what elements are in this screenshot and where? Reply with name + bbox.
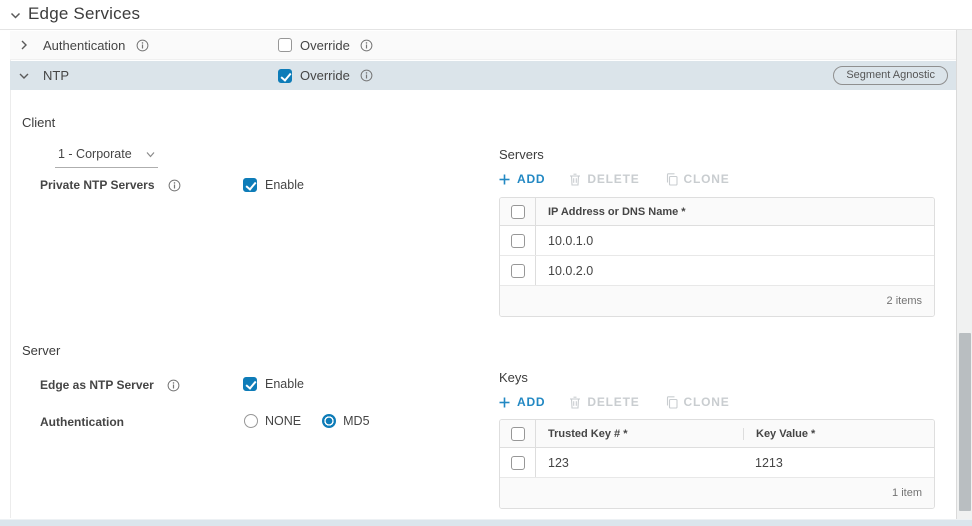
add-button-label: ADD [517, 395, 545, 409]
bottom-bar [0, 519, 972, 526]
edge-services-page: Edge Services Authentication Override NT… [0, 0, 972, 526]
section-header: Edge Services [0, 0, 972, 30]
chevron-down-icon [145, 147, 156, 160]
key-value-cell[interactable]: 1213 [743, 448, 934, 477]
row-check-cell [500, 448, 536, 477]
edge-ntp-enable-group: Enable [243, 377, 304, 391]
select-all-cell [500, 420, 536, 447]
servers-table-footer: 2 items [500, 286, 934, 316]
info-icon[interactable] [167, 379, 180, 392]
table-row: 10.0.1.0 [500, 226, 934, 256]
delete-button[interactable]: DELETE [569, 395, 639, 409]
add-button-label: ADD [517, 172, 545, 186]
row-check-cell [500, 256, 536, 285]
select-all-checkbox[interactable] [511, 427, 525, 441]
edge-as-ntp-server-label: Edge as NTP Server [40, 378, 154, 392]
clone-button[interactable]: CLONE [666, 395, 730, 409]
clone-button[interactable]: CLONE [666, 172, 730, 186]
row-checkbox[interactable] [511, 234, 525, 248]
plus-icon [498, 396, 511, 409]
page-title: Edge Services [28, 4, 140, 24]
select-all-checkbox[interactable] [511, 205, 525, 219]
radio-md5[interactable] [322, 414, 336, 428]
delete-button-label: DELETE [587, 395, 639, 409]
servers-table: IP Address or DNS Name * 10.0.1.0 10.0.2… [499, 197, 935, 317]
plus-icon [498, 173, 511, 186]
ip-cell[interactable]: 10.0.2.0 [536, 256, 934, 285]
radio-none[interactable] [244, 414, 258, 428]
row-checkbox[interactable] [511, 264, 525, 278]
table-row: 123 1213 [500, 448, 934, 478]
select-all-cell [500, 198, 536, 225]
private-ntp-servers-row: Private NTP Servers [40, 178, 181, 192]
keys-title: Keys [499, 370, 528, 385]
trusted-key-cell[interactable]: 123 [536, 448, 743, 477]
info-icon[interactable] [136, 39, 149, 52]
clone-button-label: CLONE [684, 395, 730, 409]
radio-md5-label: MD5 [343, 414, 369, 428]
override-group-ntp: Override [278, 68, 373, 83]
table-row: 10.0.2.0 [500, 256, 934, 286]
info-icon[interactable] [360, 39, 373, 52]
authentication-accordion-label: Authentication [43, 38, 125, 53]
private-ntp-enable-group: Enable [243, 178, 304, 192]
enable-checkbox[interactable] [243, 178, 257, 192]
servers-toolbar: ADD DELETE CLONE [498, 172, 730, 186]
authentication-row: Authentication [40, 415, 124, 429]
authentication-label: Authentication [40, 415, 124, 429]
column-header-key-value: Key Value * [743, 428, 934, 440]
keys-table-footer: 1 item [500, 478, 934, 508]
add-button[interactable]: ADD [498, 395, 545, 409]
servers-table-header: IP Address or DNS Name * [500, 198, 934, 226]
client-section-title: Client [22, 115, 55, 130]
clone-button-label: CLONE [684, 172, 730, 186]
enable-checkbox[interactable] [243, 377, 257, 391]
delete-button[interactable]: DELETE [569, 172, 639, 186]
enable-label: Enable [265, 377, 304, 391]
private-ntp-servers-label: Private NTP Servers [40, 178, 155, 192]
column-header-ip: IP Address or DNS Name * [536, 206, 934, 218]
clone-icon [666, 396, 678, 409]
edge-as-ntp-server-row: Edge as NTP Server [40, 378, 180, 392]
accordion-row-authentication[interactable]: Authentication Override [10, 31, 956, 60]
servers-title: Servers [499, 147, 544, 162]
enable-label: Enable [265, 178, 304, 192]
chevron-right-icon[interactable] [18, 39, 30, 51]
accordion-row-ntp[interactable]: NTP Override Segment Agnostic [10, 61, 956, 90]
override-label: Override [300, 68, 350, 83]
info-icon[interactable] [168, 179, 181, 192]
row-check-cell [500, 226, 536, 255]
chevron-down-icon[interactable] [9, 9, 22, 22]
segment-agnostic-badge: Segment Agnostic [833, 66, 948, 85]
info-icon[interactable] [360, 69, 373, 82]
override-checkbox[interactable] [278, 38, 292, 52]
override-label: Override [300, 38, 350, 53]
vertical-scrollbar[interactable] [956, 30, 972, 519]
segment-dropdown[interactable]: 1 - Corporate [55, 145, 158, 168]
trash-icon [569, 173, 581, 186]
clone-icon [666, 173, 678, 186]
delete-button-label: DELETE [587, 172, 639, 186]
row-checkbox[interactable] [511, 456, 525, 470]
override-group-authentication: Override [278, 38, 373, 53]
keys-toolbar: ADD DELETE CLONE [498, 395, 730, 409]
keys-table-header: Trusted Key # * Key Value * [500, 420, 934, 448]
authentication-radio-group: NONE MD5 [244, 414, 370, 428]
ntp-accordion-label: NTP [43, 68, 69, 83]
ip-cell[interactable]: 10.0.1.0 [536, 226, 934, 255]
override-checkbox[interactable] [278, 69, 292, 83]
chevron-down-icon[interactable] [18, 70, 30, 82]
add-button[interactable]: ADD [498, 172, 545, 186]
column-header-trusted-key: Trusted Key # * [536, 428, 743, 440]
segment-dropdown-value: 1 - Corporate [58, 147, 132, 161]
trash-icon [569, 396, 581, 409]
scrollbar-thumb[interactable] [959, 333, 971, 511]
server-section-title: Server [22, 343, 60, 358]
keys-table: Trusted Key # * Key Value * 123 1213 1 i… [499, 419, 935, 509]
radio-none-label: NONE [265, 414, 301, 428]
panel-left-border [10, 31, 11, 518]
